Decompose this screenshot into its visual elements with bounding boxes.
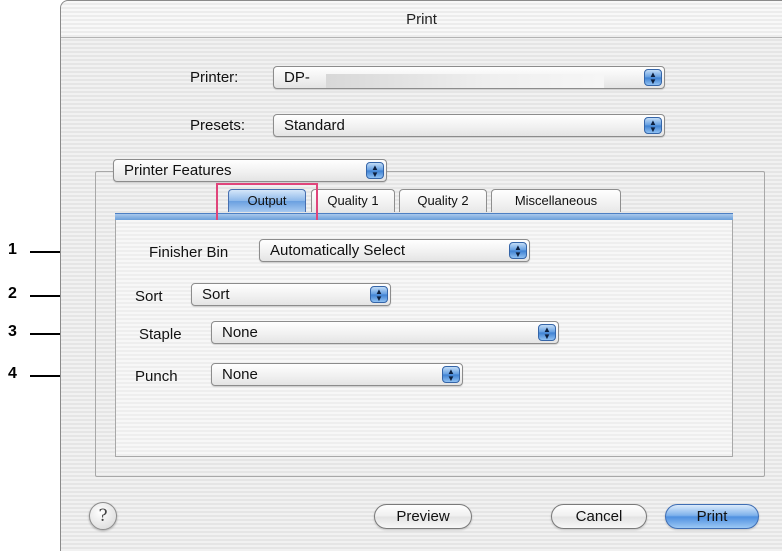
tab-quality-2[interactable]: Quality 2 (399, 189, 487, 212)
punch-label: Punch (135, 368, 178, 385)
tab-miscellaneous[interactable]: Miscellaneous (491, 189, 621, 212)
punch-value: None (222, 366, 258, 383)
cancel-button[interactable]: Cancel (551, 504, 647, 529)
window-title: Print (406, 11, 437, 28)
presets-label: Presets: (190, 117, 246, 134)
popup-arrows-icon: ▲ ▼ (644, 117, 662, 134)
sort-popup[interactable]: Sort ▲ ▼ (191, 283, 391, 306)
popup-arrows-icon: ▲ ▼ (370, 286, 388, 303)
callout-1: 1 (8, 241, 17, 258)
finisher-bin-popup[interactable]: Automatically Select ▲ ▼ (259, 239, 530, 262)
print-button[interactable]: Print (665, 504, 759, 529)
finisher-bin-value: Automatically Select (270, 242, 406, 259)
finisher-bin-label: Finisher Bin (149, 244, 229, 261)
output-tab-highlight (216, 183, 318, 222)
popup-arrows-icon: ▲ ▼ (509, 242, 527, 259)
title-bar[interactable]: Print (61, 1, 782, 38)
tab-quality-1[interactable]: Quality 1 (311, 189, 395, 212)
staple-popup[interactable]: None ▲ ▼ (211, 321, 559, 344)
print-dialog: Print Printer: DP- ▲ ▼ Presets: Standard … (60, 0, 782, 551)
printer-label: Printer: (190, 69, 239, 86)
help-button[interactable]: ? (89, 502, 117, 530)
sort-label: Sort (135, 288, 163, 305)
punch-popup[interactable]: None ▲ ▼ (211, 363, 463, 386)
popup-arrows-icon: ▲ ▼ (366, 162, 384, 179)
callout-2: 2 (8, 285, 17, 302)
panel-menu-popup[interactable]: Printer Features ▲ ▼ (113, 159, 387, 182)
popup-arrows-icon: ▲ ▼ (442, 366, 460, 383)
sort-value: Sort (202, 286, 230, 303)
callout-3: 3 (8, 323, 17, 340)
printer-popup[interactable]: DP- ▲ ▼ (273, 66, 665, 89)
popup-arrows-icon: ▲ ▼ (644, 69, 662, 86)
presets-popup[interactable]: Standard ▲ ▼ (273, 114, 665, 137)
staple-label: Staple (139, 326, 182, 343)
printer-name-redacted (326, 74, 604, 88)
presets-value: Standard (284, 117, 345, 134)
callout-4: 4 (8, 365, 17, 382)
staple-value: None (222, 324, 258, 341)
panel-menu-value: Printer Features (124, 162, 232, 179)
printer-value: DP- (284, 69, 310, 86)
preview-button[interactable]: Preview (374, 504, 472, 529)
popup-arrows-icon: ▲ ▼ (538, 324, 556, 341)
